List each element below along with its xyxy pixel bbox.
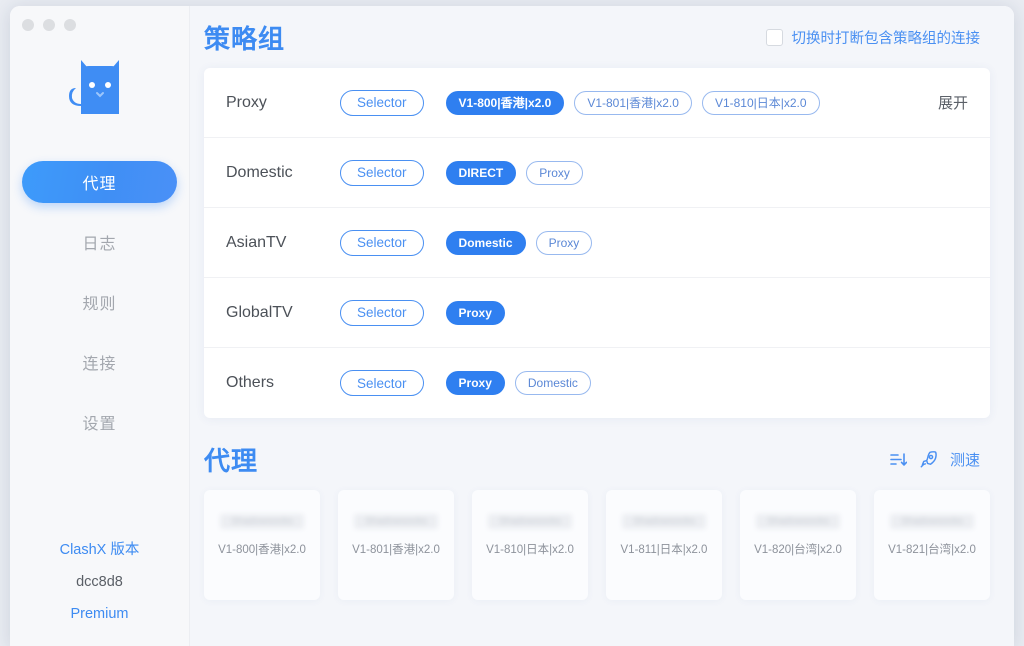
- break-connections-option: 切换时打断包含策略组的连接: [766, 27, 981, 48]
- app-logo: [10, 54, 189, 124]
- policy-group-header: 策略组 切换时打断包含策略组的连接: [190, 6, 1014, 68]
- maximize-button[interactable]: [64, 19, 76, 31]
- sidebar-item-connections[interactable]: 连接: [22, 341, 177, 383]
- policy-group-row: AsianTV Selector Domestic Proxy: [204, 208, 990, 278]
- policy-group-type[interactable]: Selector: [340, 370, 424, 396]
- proxy-card-obscured-name: Shadowsocks: [354, 514, 438, 529]
- cat-logo-icon: [63, 54, 137, 124]
- proxy-card-label: V1-811|日本|x2.0: [616, 541, 712, 557]
- sidebar-item-proxy[interactable]: 代理: [22, 161, 177, 203]
- sidebar-item-label: 连接: [82, 350, 116, 374]
- policy-option-tag[interactable]: V1-801|香港|x2.0: [574, 91, 692, 115]
- policy-option-tag[interactable]: V1-810|日本|x2.0: [702, 91, 820, 115]
- proxy-card[interactable]: Shadowsocks V1-821|台湾|x2.0: [874, 490, 990, 600]
- policy-group-type[interactable]: Selector: [340, 90, 424, 116]
- policy-group-row: Domestic Selector DIRECT Proxy: [204, 138, 990, 208]
- sidebar-item-label: 代理: [82, 170, 116, 194]
- proxy-card-obscured-name: Shadowsocks: [890, 514, 974, 529]
- policy-option-tag[interactable]: Proxy: [446, 371, 505, 395]
- sidebar-item-label: 设置: [82, 410, 116, 434]
- version-title[interactable]: ClashX 版本: [10, 534, 189, 566]
- proxy-tools: 测速: [890, 449, 980, 470]
- proxy-card-obscured-name: Shadowsocks: [622, 514, 706, 529]
- break-connections-checkbox[interactable]: [766, 29, 783, 46]
- sidebar: 代理 日志 规则 连接 设置 ClashX 版本 dcc8d8 Premium: [10, 6, 190, 646]
- policy-option-tag[interactable]: Proxy: [526, 161, 583, 185]
- sidebar-item-settings[interactable]: 设置: [22, 401, 177, 443]
- policy-group-name: GlobalTV: [226, 304, 340, 322]
- main-content: 策略组 切换时打断包含策略组的连接 Proxy Selector V1-800|…: [190, 6, 1014, 646]
- proxy-card-label: V1-800|香港|x2.0: [214, 541, 310, 557]
- proxy-card-list: Shadowsocks V1-800|香港|x2.0 Shadowsocks V…: [190, 490, 1014, 600]
- policy-group-name: Domestic: [226, 164, 340, 182]
- policy-group-name: Others: [226, 374, 340, 392]
- proxy-card[interactable]: Shadowsocks V1-801|香港|x2.0: [338, 490, 454, 600]
- policy-group-name: Proxy: [226, 94, 340, 112]
- policy-option-tag[interactable]: V1-800|香港|x2.0: [446, 91, 565, 115]
- proxy-card-obscured-name: Shadowsocks: [220, 514, 304, 529]
- proxy-card-label: V1-821|台湾|x2.0: [884, 541, 980, 557]
- policy-group-row: Others Selector Proxy Domestic: [204, 348, 990, 418]
- policy-group-options: Proxy: [446, 301, 968, 325]
- version-hash: dcc8d8: [10, 566, 189, 598]
- policy-group-row: Proxy Selector V1-800|香港|x2.0 V1-801|香港|…: [204, 68, 990, 138]
- rocket-icon[interactable]: [919, 450, 938, 469]
- version-edition[interactable]: Premium: [10, 598, 189, 630]
- sort-list-icon[interactable]: [890, 452, 907, 467]
- sidebar-item-label: 日志: [82, 230, 116, 254]
- proxy-card-label: V1-820|台湾|x2.0: [750, 541, 846, 557]
- policy-group-options: V1-800|香港|x2.0 V1-801|香港|x2.0 V1-810|日本|…: [446, 91, 938, 115]
- proxy-card[interactable]: Shadowsocks V1-811|日本|x2.0: [606, 490, 722, 600]
- proxy-card-label: V1-810|日本|x2.0: [482, 541, 578, 557]
- policy-option-tag[interactable]: Proxy: [536, 231, 593, 255]
- proxy-section-header: 代理 测速: [190, 428, 1014, 490]
- expand-button[interactable]: 展开: [938, 92, 968, 113]
- window-traffic-lights: [22, 19, 76, 31]
- version-info: ClashX 版本 dcc8d8 Premium: [10, 534, 189, 630]
- policy-option-tag[interactable]: Domestic: [515, 371, 591, 395]
- proxy-card[interactable]: Shadowsocks V1-800|香港|x2.0: [204, 490, 320, 600]
- proxy-card-label: V1-801|香港|x2.0: [348, 541, 444, 557]
- policy-option-tag[interactable]: Domestic: [446, 231, 526, 255]
- policy-group-panel: Proxy Selector V1-800|香港|x2.0 V1-801|香港|…: [204, 68, 990, 418]
- break-connections-label[interactable]: 切换时打断包含策略组的连接: [792, 27, 981, 48]
- proxy-card[interactable]: Shadowsocks V1-820|台湾|x2.0: [740, 490, 856, 600]
- policy-group-options: Domestic Proxy: [446, 231, 968, 255]
- proxy-card-obscured-name: Shadowsocks: [756, 514, 840, 529]
- speed-test-button[interactable]: 测速: [950, 449, 980, 470]
- close-button[interactable]: [22, 19, 34, 31]
- policy-group-type[interactable]: Selector: [340, 160, 424, 186]
- policy-group-name: AsianTV: [226, 234, 340, 252]
- policy-group-options: DIRECT Proxy: [446, 161, 968, 185]
- minimize-button[interactable]: [43, 19, 55, 31]
- sidebar-nav: 代理 日志 规则 连接 设置: [10, 161, 189, 461]
- policy-option-tag[interactable]: Proxy: [446, 301, 505, 325]
- policy-option-tag[interactable]: DIRECT: [446, 161, 517, 185]
- proxy-card[interactable]: Shadowsocks V1-810|日本|x2.0: [472, 490, 588, 600]
- proxy-card-obscured-name: Shadowsocks: [488, 514, 572, 529]
- proxy-section-title: 代理: [204, 441, 258, 478]
- page-title: 策略组: [204, 19, 285, 56]
- app-window: 代理 日志 规则 连接 设置 ClashX 版本 dcc8d8 Premium …: [10, 6, 1014, 646]
- sidebar-item-rules[interactable]: 规则: [22, 281, 177, 323]
- policy-group-type[interactable]: Selector: [340, 230, 424, 256]
- policy-group-row: GlobalTV Selector Proxy: [204, 278, 990, 348]
- sidebar-item-label: 规则: [82, 290, 116, 314]
- sidebar-item-logs[interactable]: 日志: [22, 221, 177, 263]
- policy-group-type[interactable]: Selector: [340, 300, 424, 326]
- policy-group-options: Proxy Domestic: [446, 371, 968, 395]
